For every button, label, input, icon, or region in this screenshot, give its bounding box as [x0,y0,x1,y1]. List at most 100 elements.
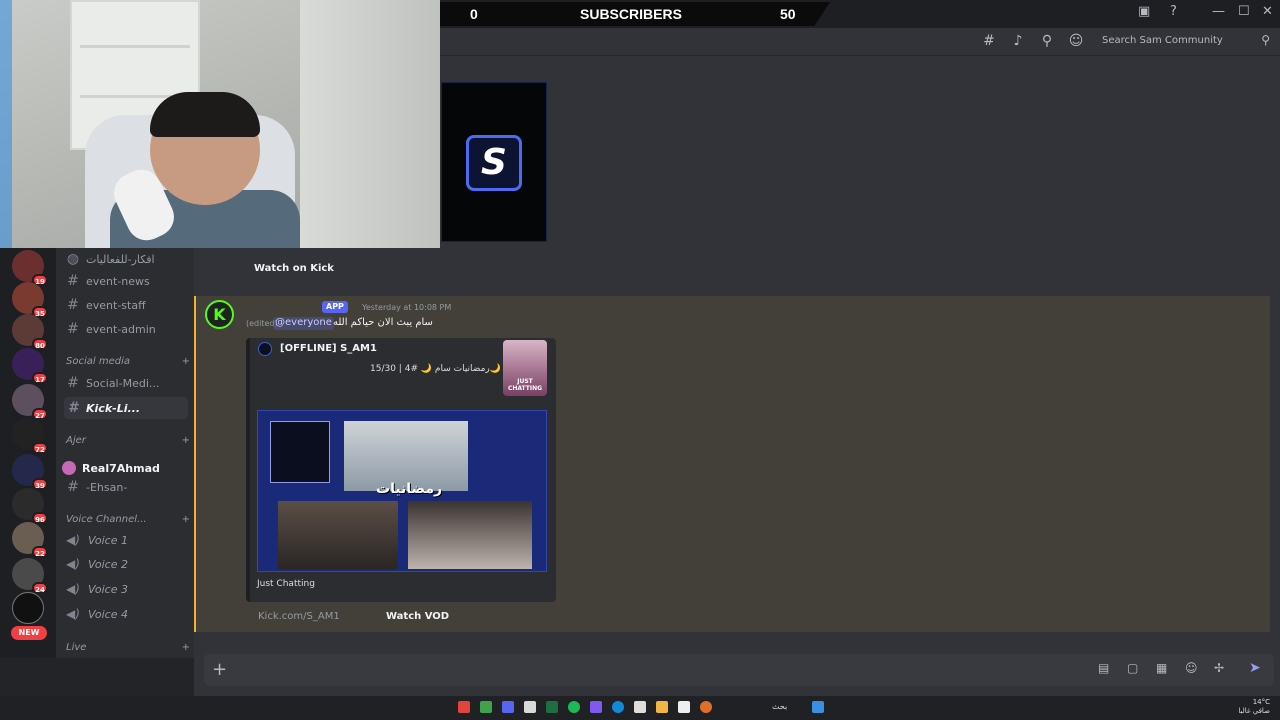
add-channel-icon[interactable]: + [182,514,190,525]
taskbar-app-icon[interactable] [590,701,602,713]
everyone-mention[interactable]: @everyone [273,317,334,330]
voice-channel[interactable]: ◀) Voice 4 [64,603,188,625]
unread-badge: 27 [32,408,48,420]
windows-start-icon[interactable] [812,701,824,713]
voice-channel[interactable]: ◀) Voice 3 [64,578,188,600]
subscribers-bar: 0 SUBSCRIBERS 50 [440,2,830,26]
help-icon[interactable]: ? [1170,4,1177,19]
taskbar-app-icon[interactable] [524,701,536,713]
kick-bot-avatar[interactable]: K [205,300,234,329]
channel-label: Social-Medi... [86,376,160,390]
server-icon[interactable]: 27 [12,384,48,420]
kick-link-button[interactable]: Kick.com/S_AM1 [258,611,340,622]
search-input[interactable]: Search Sam Community [1096,32,1274,50]
edge-icon[interactable] [612,701,624,713]
category-ajer[interactable]: Ajer + [66,435,190,446]
sticker-icon[interactable]: ▦ [1156,661,1167,675]
channel-item-active[interactable]: # Kick-Li... [64,397,188,419]
server-icon[interactable]: 96 [12,488,48,524]
server-list: 19 35 80 17 27 72 39 96 22 24 [0,248,56,658]
add-channel-icon[interactable]: + [182,356,190,367]
discord-taskbar-icon[interactable] [502,701,514,713]
server-icon[interactable]: 22 [12,522,48,558]
search-icon[interactable]: ⚲ [1261,33,1270,47]
channel-item[interactable]: # event-news [64,270,188,292]
hash-icon: # [68,400,78,416]
members-icon[interactable]: ☺ [1067,33,1085,51]
server-icon[interactable]: 24 [12,558,48,594]
maximize-icon[interactable]: ☐ [1238,4,1250,19]
embed-title[interactable]: [OFFLINE] S_AM1 [280,343,377,354]
close-icon[interactable]: ✕ [1262,4,1273,19]
taskbar-search[interactable]: بحث [772,702,787,711]
add-channel-icon[interactable]: + [182,435,190,446]
pin-icon[interactable]: ⚲ [1038,33,1056,51]
minimize-icon[interactable]: — [1212,4,1225,19]
channel-item[interactable]: ◍ افكار-للفعاليات [64,248,188,270]
speaker-icon: ◀) [66,557,80,571]
send-icon[interactable]: ➤ [1249,660,1261,676]
image-panel [270,421,330,483]
voice-channel[interactable]: ◀) Voice 1 [64,529,188,551]
taskbar-app-icon[interactable] [546,701,558,713]
category-social[interactable]: Social media + [66,356,190,367]
gif-icon[interactable]: ▢ [1127,661,1138,675]
server-icon[interactable]: 80 [12,314,48,350]
add-channel-icon[interactable]: + [182,642,190,653]
watch-on-kick-button[interactable]: Watch on Kick [254,263,334,274]
taskbar-app-icon[interactable] [634,701,646,713]
hash-icon: # [67,375,79,391]
server-icon[interactable]: 19 [12,250,48,286]
taskbar-app-icon[interactable] [678,701,690,713]
mute-icon[interactable]: ♪ [1009,33,1027,51]
hash-icon: # [67,297,79,313]
watch-vod-button[interactable]: Watch VOD [386,611,449,622]
taskbar-app-icon[interactable] [480,701,492,713]
webcam-door [300,0,440,248]
channel-item[interactable]: # event-admin [64,318,188,340]
brand-logo: S [466,135,522,191]
server-icon[interactable]: 39 [12,454,48,490]
emoji-icon[interactable]: ☺ [1185,661,1198,675]
image-caption: رمضانيات [376,481,443,497]
channel-item[interactable]: # event-staff [64,294,188,316]
embed-thumbnail: JUST CHATTING [503,340,547,396]
image-panel [278,501,398,569]
taskbar-app-icon[interactable] [700,701,712,713]
folder-icon[interactable] [656,701,668,713]
server-icon[interactable]: 72 [12,418,48,454]
channel-label: -Ehsan- [86,480,128,494]
gift-icon[interactable]: ▤ [1098,661,1109,675]
category-live[interactable]: Live + [66,642,190,653]
embed-footer: Just Chatting [257,579,315,589]
new-badge: NEW [11,626,47,640]
server-icon[interactable] [12,592,44,624]
sub-count-right: 50 [780,6,796,22]
taskbar-app-icon[interactable] [458,701,470,713]
sub-title: SUBSCRIBERS [580,6,682,22]
spotify-icon[interactable] [568,701,580,713]
category-label: Live [66,642,87,653]
server-icon[interactable]: 35 [12,282,48,318]
embed-image[interactable]: رمضانيات [257,410,547,572]
image-panel [408,501,532,569]
webcam-hair [150,92,260,137]
unread-badge: 96 [32,512,48,524]
message-composer[interactable] [204,654,1274,686]
inbox-icon[interactable]: ▣ [1138,4,1150,19]
hash-icon: # [67,273,79,289]
apps-icon[interactable]: ✢ [1214,661,1224,675]
voice-channel[interactable]: ◀) Voice 2 [64,553,188,575]
channel-list: ◍ افكار-للفعاليات # event-news # event-staf… [56,248,194,658]
category-label: Ajer [66,435,86,446]
threads-icon[interactable]: # [980,33,998,51]
speaker-icon: ◀) [66,582,80,596]
channel-item[interactable]: # -Ehsan- [64,476,188,498]
weather-temp: 14°C [1252,698,1270,706]
add-attachment-icon[interactable]: + [212,659,227,680]
category-voice[interactable]: Voice Channel... + [66,514,190,525]
speaker-icon: ◀) [66,533,80,547]
unread-badge: 80 [32,338,48,350]
server-icon[interactable]: 17 [12,348,48,384]
channel-item[interactable]: # Social-Medi... [64,372,188,394]
